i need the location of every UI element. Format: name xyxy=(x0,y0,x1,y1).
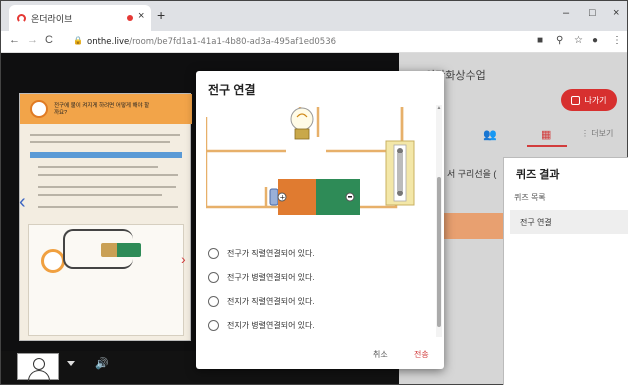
quiz-option-label: 전구가 직렬연결되어 있다. xyxy=(227,248,315,258)
quiz-option-label: 전구가 병렬연결되어 있다. xyxy=(227,272,315,282)
quiz-title: 전구 연결 xyxy=(208,83,256,97)
chevron-down-icon[interactable] xyxy=(67,361,75,366)
quiz-options: 전구가 직렬연결되어 있다. 전구가 병렬연결되어 있다. 전지가 직렬연결되어… xyxy=(208,241,315,337)
browser-tab[interactable]: 온더라이브 × xyxy=(9,5,151,31)
lock-icon: 🔒 xyxy=(73,36,83,45)
camera-icon[interactable]: ■ xyxy=(537,35,543,46)
radio-button[interactable] xyxy=(208,319,219,331)
radio-button[interactable] xyxy=(208,271,219,283)
slide-title: 전구에 불이 켜지게 하려면 어떻게 해야 할까요? xyxy=(54,103,150,116)
onthelive-logo-icon xyxy=(17,14,26,23)
key-icon[interactable]: ⚲ xyxy=(556,35,563,46)
quiz-option[interactable]: 전지가 직렬연결되어 있다. xyxy=(208,289,315,313)
quiz-option[interactable]: 전구가 직렬연결되어 있다. xyxy=(208,241,315,265)
menu-icon[interactable]: ⋮ xyxy=(612,35,622,46)
results-title: 퀴즈 결과 xyxy=(516,169,560,181)
scroll-up-icon[interactable]: ▲ xyxy=(436,105,442,111)
list-item[interactable]: 전구 연결 xyxy=(510,210,628,234)
browser-tabbar: 온더라이브 × + – □ × xyxy=(1,1,627,31)
modal-scrollbar[interactable]: ▲ xyxy=(436,105,442,337)
window-close-button[interactable]: × xyxy=(613,7,619,19)
address-bar-row: ← → C 🔒 onthe.live/room/be7fd1a1-41a1-4b… xyxy=(1,31,627,53)
battery-icon: + xyxy=(269,179,360,215)
send-button[interactable]: 전송 xyxy=(414,349,429,360)
radio-button[interactable] xyxy=(208,247,219,259)
new-tab-button[interactable]: + xyxy=(157,7,165,23)
slide-prev-button[interactable]: ‹ xyxy=(19,191,26,214)
bulb-icon xyxy=(290,107,314,140)
slide-text-line xyxy=(38,206,178,208)
slide-text-line xyxy=(38,186,176,188)
quiz-option-label: 전지가 병렬연결되어 있다. xyxy=(227,320,315,330)
window-minimize-button[interactable]: – xyxy=(563,7,569,19)
lesson-slide: 전구에 불이 켜지게 하려면 어떻게 해야 할까요? xyxy=(19,93,192,341)
more-button[interactable]: ⋮ 더보기 xyxy=(581,128,613,139)
forward-button[interactable]: → xyxy=(27,34,38,46)
quiz-list-item-label: 전구 연결 xyxy=(520,218,552,227)
tab-close-button[interactable]: × xyxy=(138,10,144,22)
avatar[interactable] xyxy=(17,353,59,381)
slide-highlight xyxy=(30,152,182,158)
window-maximize-button[interactable]: □ xyxy=(589,7,596,19)
quiz-modal: 전구 연결 + ▲ 전구가 직렬연결되어 있다. 전구가 병렬연결되어 있다. … xyxy=(196,71,444,369)
quiz-results-panel: 퀴즈 결과 퀴즈 목록 전구 연결 xyxy=(503,157,628,385)
svg-text:+: + xyxy=(280,194,286,202)
chart-icon[interactable]: ▦ xyxy=(541,128,551,141)
slide-text-line xyxy=(38,194,162,196)
circuit-diagram: + xyxy=(206,107,415,215)
exit-label: 나가기 xyxy=(584,95,607,105)
slide-battery-icon xyxy=(101,243,141,257)
slide-text-line xyxy=(38,166,158,168)
profile-icon[interactable]: ● xyxy=(592,35,598,46)
slide-text-line xyxy=(30,134,180,136)
quiz-option[interactable]: 전지가 병렬연결되어 있다. xyxy=(208,313,315,337)
avatar-body xyxy=(28,370,50,381)
active-tab-indicator xyxy=(527,145,567,147)
switch-icon xyxy=(385,140,415,206)
star-icon[interactable]: ☆ xyxy=(574,35,583,46)
slide-badge-icon xyxy=(30,100,48,118)
avatar-head xyxy=(33,358,45,370)
slide-text-line xyxy=(38,174,178,176)
room-tabs: 👥 ▦ ⋮ 더보기 xyxy=(449,125,627,147)
omnibox[interactable]: 🔒 onthe.live/room/be7fd1a1-41a1-4b80-ad3… xyxy=(63,33,525,51)
reload-button[interactable]: C xyxy=(45,34,53,46)
scroll-thumb[interactable] xyxy=(437,177,441,327)
speaker-icon[interactable]: 🔊 xyxy=(95,357,109,370)
exit-icon xyxy=(571,95,581,105)
people-icon[interactable]: 👥 xyxy=(483,128,497,141)
quiz-option[interactable]: 전구가 병렬연결되어 있다. xyxy=(208,265,315,289)
quiz-list-heading: 퀴즈 목록 xyxy=(514,193,546,202)
exit-button[interactable]: 나가기 xyxy=(561,89,617,111)
chat-message: 서 구리선을 ( xyxy=(447,169,497,179)
slide-next-button[interactable]: › xyxy=(181,251,186,267)
slide-text-line xyxy=(30,141,170,143)
tab-title: 온더라이브 xyxy=(31,14,73,24)
slide-header: 전구에 불이 켜지게 하려면 어떻게 해야 할까요? xyxy=(20,94,192,124)
recording-icon xyxy=(127,15,133,21)
slide-bulb-icon xyxy=(41,249,65,273)
back-button[interactable]: ← xyxy=(9,34,20,46)
url-text[interactable]: onthe.live/room/be7fd1a1-41a1-4b80-ad3a-… xyxy=(87,37,336,47)
cancel-button[interactable]: 취소 xyxy=(373,349,388,360)
radio-button[interactable] xyxy=(208,295,219,307)
quiz-option-label: 전지가 직렬연결되어 있다. xyxy=(227,296,315,306)
